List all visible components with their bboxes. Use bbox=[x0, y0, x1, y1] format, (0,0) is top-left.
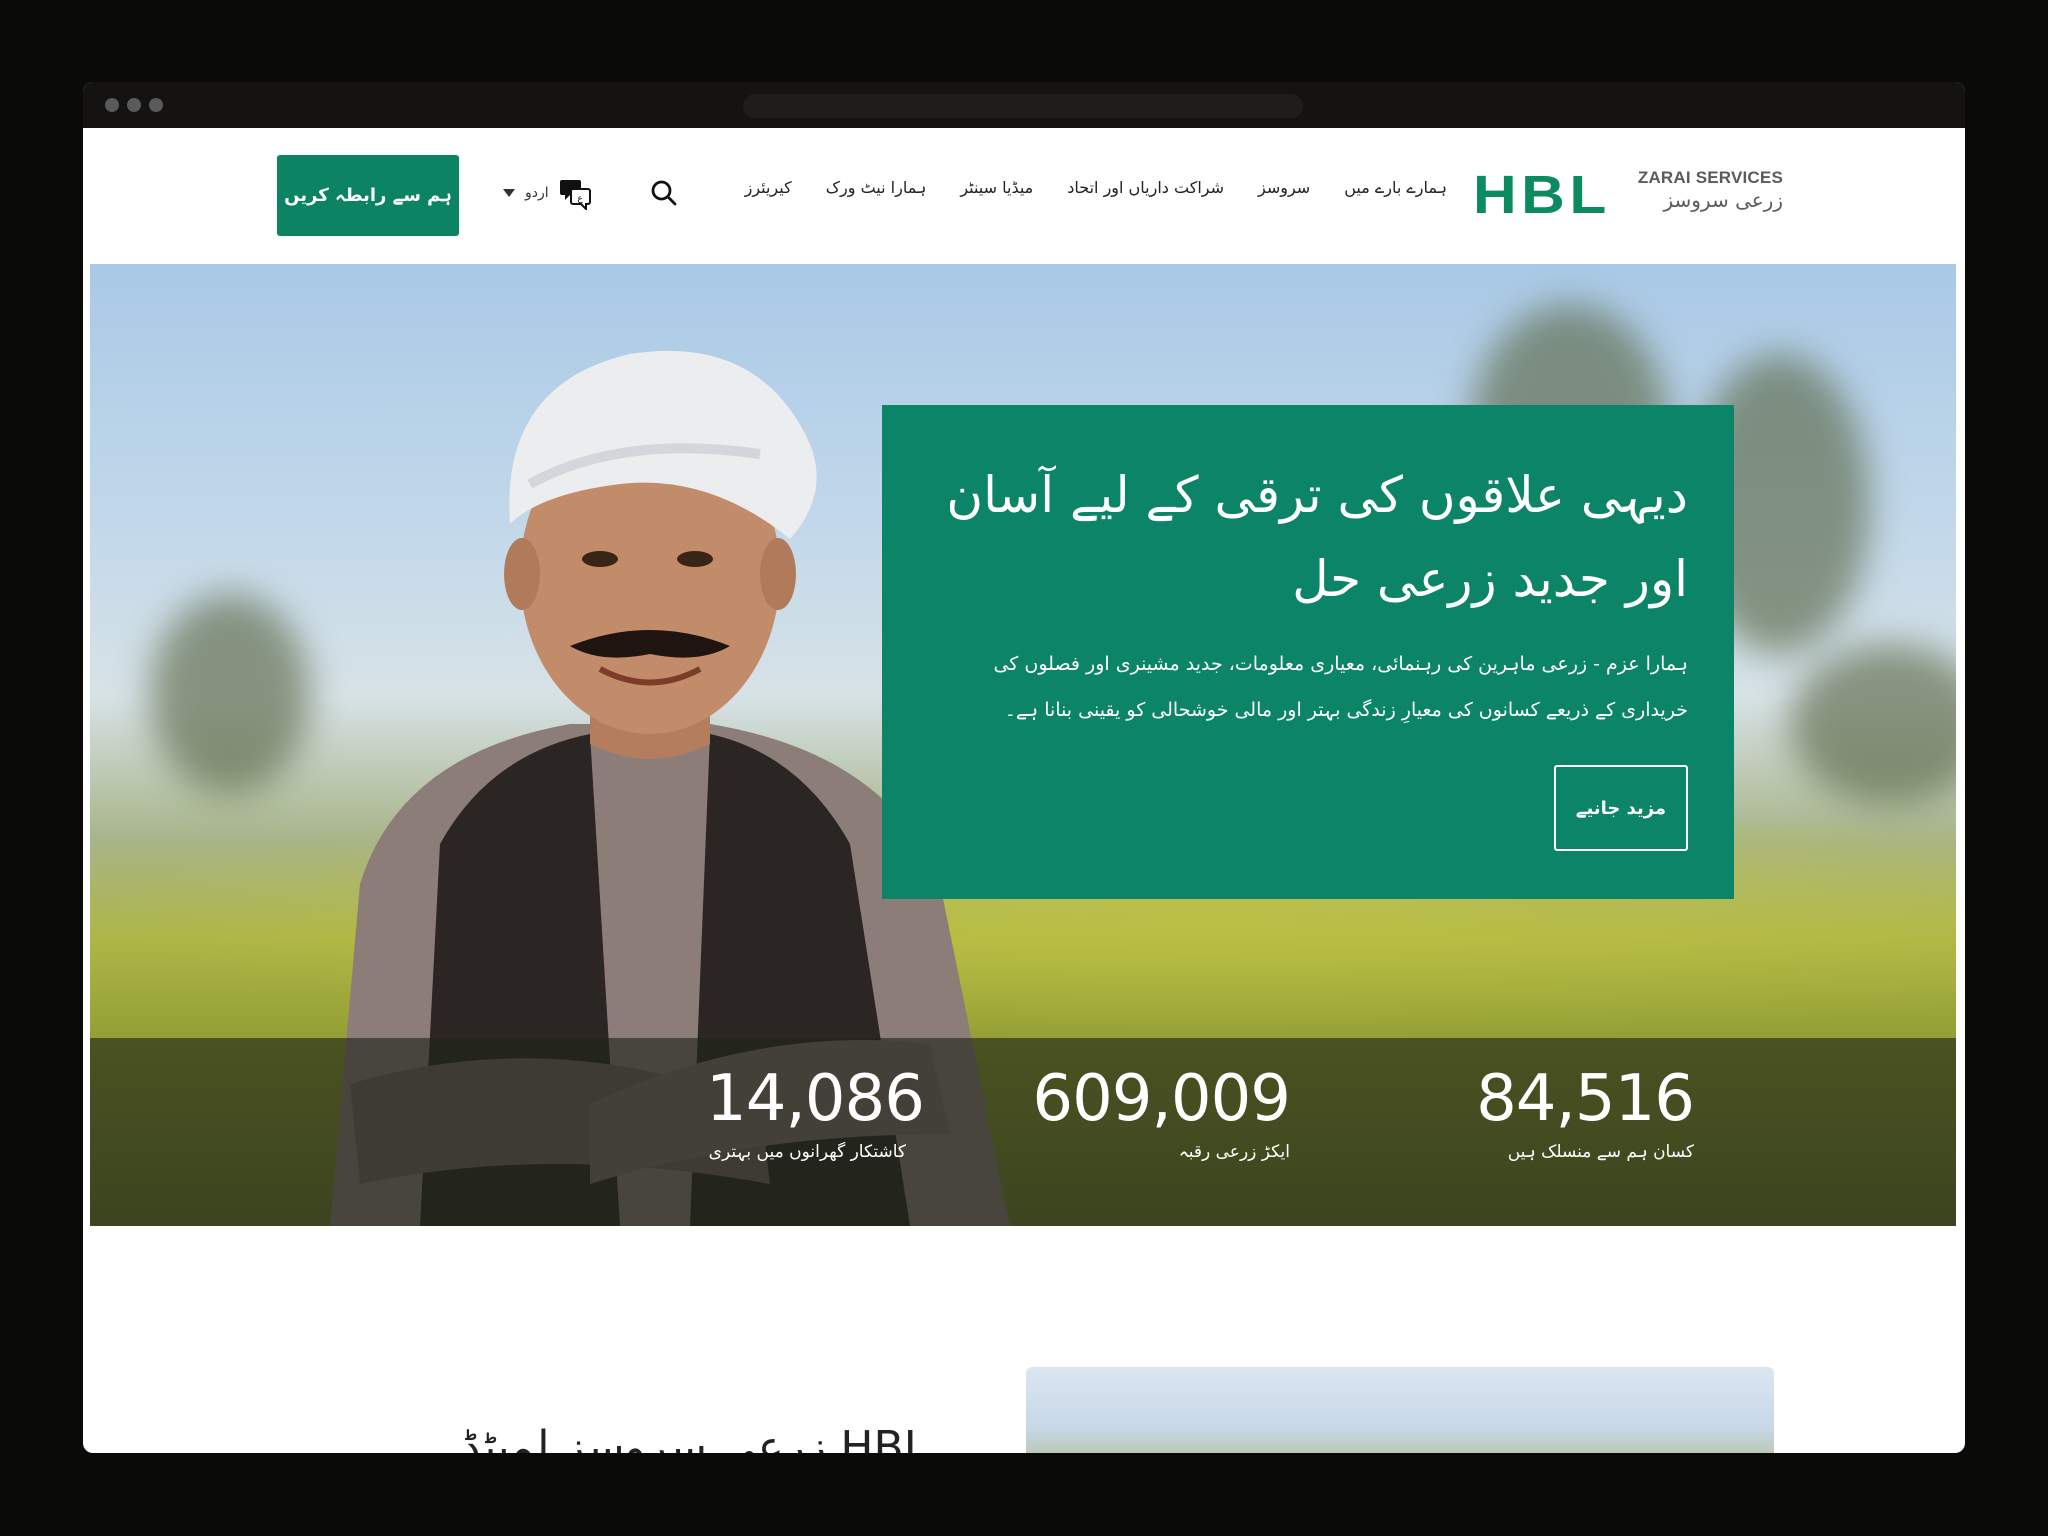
address-bar[interactable] bbox=[743, 94, 1303, 118]
browser-window: HBL ZARAI SERVICES زرعی سروسز ہمارے بارے… bbox=[83, 82, 1965, 1453]
close-dot[interactable] bbox=[105, 98, 119, 112]
main-nav: ہمارے بارے میں سروسز شراکت داریاں اور ات… bbox=[745, 178, 1447, 197]
section-image bbox=[1026, 1367, 1774, 1453]
stat-households: 14,086 کاشتکار گھرانوں میں بہتری bbox=[706, 1058, 925, 1164]
nav-partnerships[interactable]: شراکت داریاں اور اتحاد bbox=[1067, 178, 1224, 197]
search-icon[interactable] bbox=[649, 178, 679, 208]
logo-subtitle-ur: زرعی سروسز bbox=[1663, 188, 1783, 212]
stats-bar: 84,516 کسان ہم سے منسلک ہیں 609,009 ایکڑ… bbox=[90, 1038, 1956, 1226]
hero-description-line-2: خریداری کے ذریعے کسانوں کی معیارِ زندگی … bbox=[1004, 699, 1688, 721]
stat-value: 84,516 bbox=[1476, 1062, 1695, 1136]
hero-title-line-2: اور جدید زرعی حل bbox=[1292, 550, 1688, 608]
browser-titlebar bbox=[83, 82, 1965, 128]
hero-description-line-1: ہمارا عزم - زرعی ماہرین کی رہنمائی، معیا… bbox=[993, 653, 1688, 675]
stat-value: 609,009 bbox=[1032, 1062, 1291, 1136]
learn-more-button[interactable]: مزید جانیے bbox=[1554, 765, 1688, 851]
nav-services[interactable]: سروسز bbox=[1258, 178, 1310, 197]
stat-label: کسان ہم سے منسلک ہیں bbox=[1507, 1142, 1694, 1162]
hero-title-line-1: دیہی علاقوں کی ترقی کے لیے آسان bbox=[946, 466, 1688, 524]
hbl-zarai-logo[interactable]: HBL ZARAI SERVICES زرعی سروسز bbox=[1473, 166, 1783, 224]
hero-title: دیہی علاقوں کی ترقی کے لیے آسان اور جدید… bbox=[928, 453, 1688, 621]
background-tree bbox=[150, 594, 310, 794]
hero-description: ہمارا عزم - زرعی ماہرین کی رہنمائی، معیا… bbox=[928, 641, 1688, 733]
nav-media-center[interactable]: میڈیا سینٹر bbox=[960, 178, 1033, 197]
language-label: اردو bbox=[525, 185, 549, 201]
nav-network[interactable]: ہمارا نیٹ ورک bbox=[826, 178, 927, 197]
svg-text:ع: ع bbox=[577, 194, 583, 204]
minimize-dot[interactable] bbox=[127, 98, 141, 112]
stat-value: 14,086 bbox=[706, 1062, 925, 1136]
translate-icon: ع bbox=[559, 176, 593, 212]
background-tree bbox=[1790, 644, 1956, 804]
logo-hbl-text: HBL bbox=[1473, 165, 1611, 225]
hero-card: دیہی علاقوں کی ترقی کے لیے آسان اور جدید… bbox=[882, 405, 1734, 899]
stat-farmers: 84,516 کسان ہم سے منسلک ہیں bbox=[1454, 1058, 1695, 1164]
chevron-down-icon bbox=[503, 189, 515, 197]
logo-subtitle-en: ZARAI SERVICES bbox=[1637, 168, 1783, 187]
nav-about[interactable]: ہمارے بارے میں bbox=[1344, 178, 1447, 197]
maximize-dot[interactable] bbox=[149, 98, 163, 112]
stat-acres: 609,009 ایکڑ زرعی رقبہ bbox=[1030, 1058, 1291, 1164]
section-title: HBL زرعی سروسز لمیٹڈ bbox=[461, 1422, 929, 1453]
language-switcher[interactable]: اردو ع bbox=[503, 176, 593, 212]
site-header: HBL ZARAI SERVICES زرعی سروسز ہمارے بارے… bbox=[83, 128, 1965, 264]
window-controls bbox=[105, 98, 163, 112]
nav-careers[interactable]: کیریئرز bbox=[745, 178, 792, 197]
stat-label: کاشتکار گھرانوں میں بہتری bbox=[708, 1142, 906, 1162]
stat-label: ایکڑ زرعی رقبہ bbox=[1178, 1142, 1290, 1162]
hero-section: دیہی علاقوں کی ترقی کے لیے آسان اور جدید… bbox=[90, 264, 1956, 1226]
contact-us-button[interactable]: ہم سے رابطہ کریں bbox=[277, 155, 459, 236]
logo-subtitle: ZARAI SERVICES زرعی سروسز bbox=[1638, 168, 1783, 212]
